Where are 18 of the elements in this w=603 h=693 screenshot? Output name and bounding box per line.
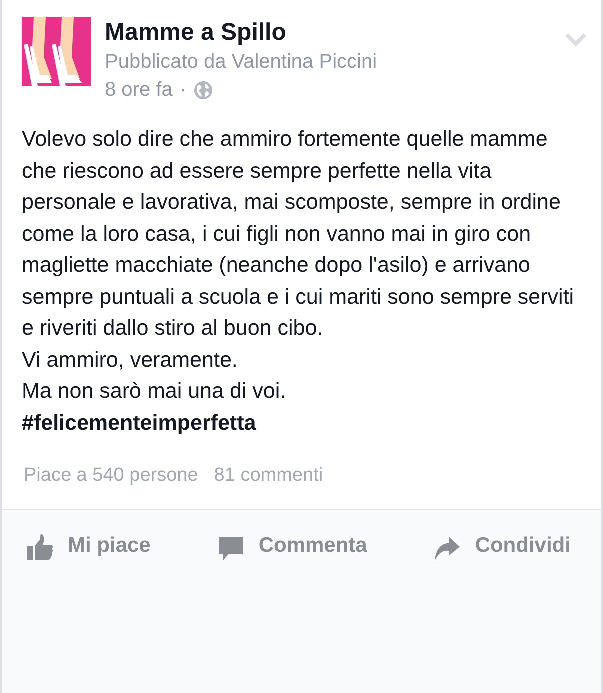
- comment-button[interactable]: Commenta: [216, 534, 368, 693]
- post-text: Ma non sarò mai una di voi.: [22, 378, 288, 405]
- like-button[interactable]: Mi piace: [26, 534, 151, 693]
- hashtag-link[interactable]: #felicementeimperfetta: [22, 408, 583, 439]
- share-arrow-icon: [433, 534, 462, 562]
- post-text: Volevo solo dire che ammiro fortemente quelle mamme che riescono ad essere sempre perfette nella vita personale e lavorativa, mai scomposte, sempre in ordine come la loro casa, i cui figli non vanno mai in giro con magliette macchiate (neanche dopo l'asilo) e arrivano sempre puntuali a scuola e i cui mariti sono sempre serviti e riveriti dallo stiro al buon cibo.: [22, 126, 576, 342]
- page-name[interactable]: Mamme a Spillo: [105, 19, 551, 47]
- separator: ·: [180, 79, 186, 102]
- comments-count[interactable]: 81 commenti: [214, 465, 324, 487]
- page-avatar-drawing[interactable]: [22, 17, 91, 86]
- posted-by: Pubblicato da Valentina Piccini: [105, 51, 378, 74]
- speech-bubble-icon: [216, 534, 245, 562]
- post-time[interactable]: 8 ore fa: [105, 79, 173, 102]
- share-button[interactable]: Condividi: [433, 534, 571, 693]
- post-text: Vi ammiro, veramente.: [22, 346, 239, 374]
- thumbs-up-icon: [26, 534, 54, 562]
- globe-icon: [194, 81, 212, 100]
- likes-count[interactable]: Piace a 540 persone: [24, 465, 198, 487]
